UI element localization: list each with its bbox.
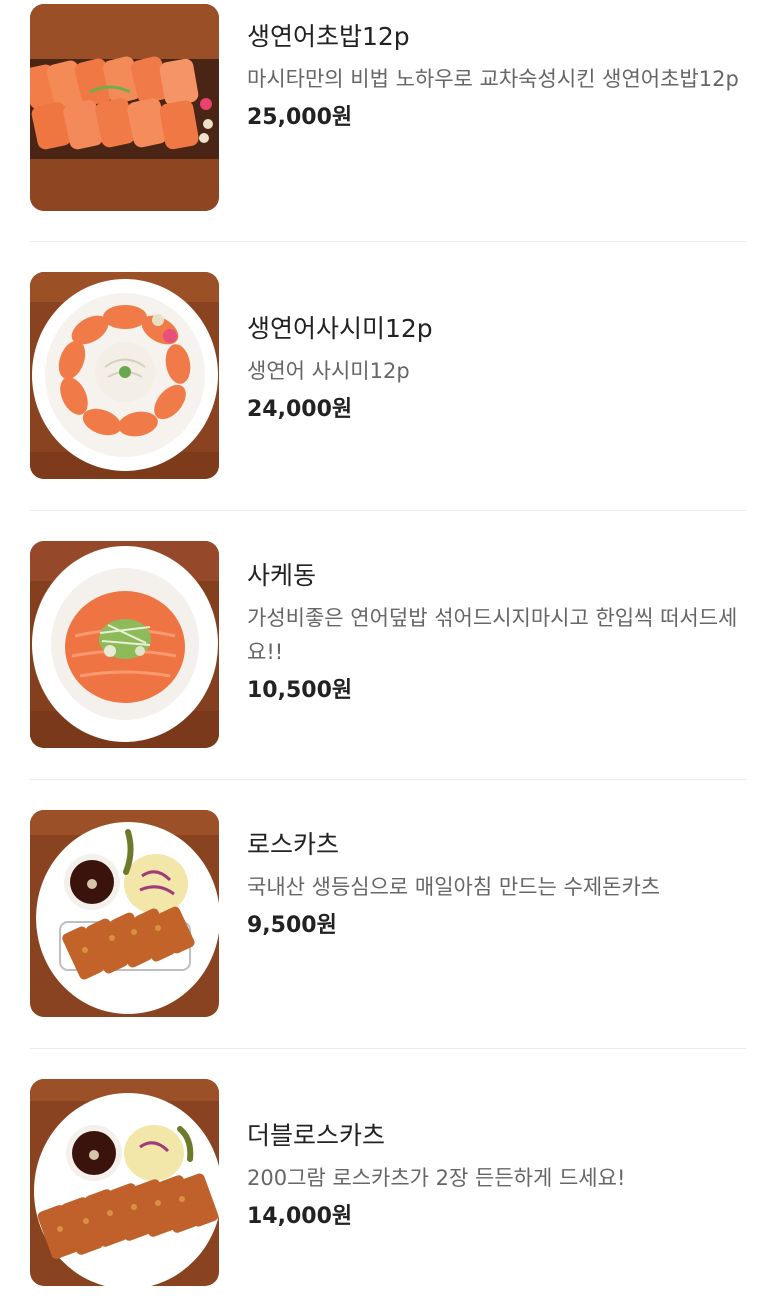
item-name: 생연어사시미12p [247, 314, 433, 343]
divider [30, 779, 746, 780]
item-price: 14,000원 [247, 1204, 353, 1229]
menu-item-text: 생연어초밥12p 마시타만의 비법 노하우로 교차숙성시킨 생연어초밥12p 2… [247, 20, 747, 134]
rosu-katsu-photo [30, 810, 219, 1017]
item-description: 200그람 로스카츠가 2장 든든하게 드세요! [247, 1166, 626, 1190]
divider [30, 510, 746, 511]
item-price: 25,000원 [247, 105, 353, 130]
item-name: 생연어초밥12p [247, 22, 410, 51]
menu-item-rosu-katsu[interactable]: 로스카츠 국내산 생등심으로 매일아침 만드는 수제돈카츠 9,500원 [0, 810, 773, 1017]
menu-item-sake-don[interactable]: 사케동 가성비좋은 연어덮밥 섞어드시지마시고 한입씩 떠서드세요!! 10,5… [0, 541, 773, 748]
salmon-sashimi-photo [30, 272, 219, 479]
item-description: 마시타만의 비법 노하우로 교차숙성시킨 생연어초밥12p [247, 67, 739, 91]
item-name: 로스카츠 [247, 830, 340, 859]
salmon-sushi-photo [30, 4, 219, 211]
item-description: 가성비좋은 연어덮밥 섞어드시지마시고 한입씩 떠서드세요!! [247, 606, 738, 664]
item-name: 더블로스카츠 [247, 1121, 386, 1150]
divider [30, 1048, 746, 1049]
item-price: 10,500원 [247, 678, 353, 703]
item-description: 국내산 생등심으로 매일아침 만드는 수제돈카츠 [247, 875, 661, 899]
menu-item-salmon-sashimi[interactable]: 생연어사시미12p 생연어 사시미12p 24,000원 [0, 272, 773, 479]
sake-don-photo [30, 541, 219, 748]
double-rosu-katsu-photo [30, 1079, 219, 1286]
menu-item-double-rosu-katsu[interactable]: 더블로스카츠 200그람 로스카츠가 2장 든든하게 드세요! 14,000원 [0, 1079, 773, 1286]
menu-item-text: 사케동 가성비좋은 연어덮밥 섞어드시지마시고 한입씩 떠서드세요!! 10,5… [247, 559, 747, 707]
item-description: 생연어 사시미12p [247, 359, 410, 383]
menu-item-text: 생연어사시미12p 생연어 사시미12p 24,000원 [247, 312, 747, 426]
menu-item-text: 더블로스카츠 200그람 로스카츠가 2장 든든하게 드세요! 14,000원 [247, 1119, 747, 1233]
item-name: 사케동 [247, 561, 317, 590]
divider [30, 241, 746, 242]
menu-item-text: 로스카츠 국내산 생등심으로 매일아침 만드는 수제돈카츠 9,500원 [247, 828, 747, 942]
menu-list: 생연어초밥12p 마시타만의 비법 노하우로 교차숙성시킨 생연어초밥12p 2… [0, 0, 773, 1305]
item-price: 24,000원 [247, 397, 353, 422]
menu-item-salmon-sushi[interactable]: 생연어초밥12p 마시타만의 비법 노하우로 교차숙성시킨 생연어초밥12p 2… [0, 4, 773, 211]
item-price: 9,500원 [247, 913, 337, 938]
